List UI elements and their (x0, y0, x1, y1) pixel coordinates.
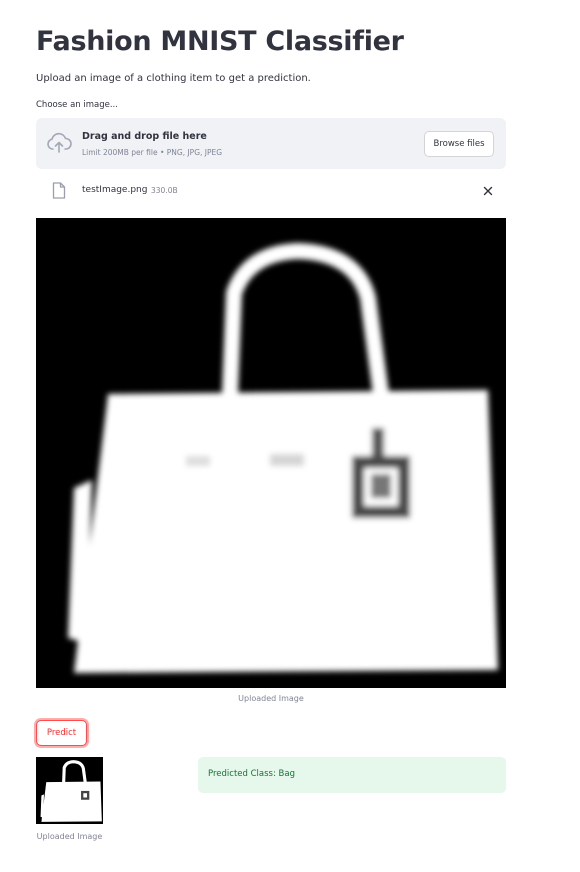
file-size: 330.0B (151, 186, 178, 195)
file-name: testImage.png (82, 185, 148, 195)
close-icon[interactable] (481, 184, 495, 198)
image-caption: Uploaded Image (238, 694, 304, 703)
bag-image (68, 243, 498, 673)
predict-button[interactable]: Predict (36, 720, 87, 746)
prediction-alert: Predicted Class: Bag (198, 757, 506, 793)
uploader-label: Choose an image... (36, 100, 118, 110)
uploaded-image-thumbnail (36, 757, 103, 824)
cloud-upload-icon (47, 132, 72, 153)
prediction-text: Predicted Class: Bag (208, 769, 295, 779)
thumbnail-caption: Uploaded Image (36, 832, 103, 841)
uploaded-image-preview (36, 218, 506, 688)
dropzone-limit-text: Limit 200MB per file • PNG, JPG, JPEG (82, 148, 223, 157)
file-icon (52, 182, 66, 199)
dropzone-instructions: Drag and drop file here (82, 131, 207, 142)
uploaded-file-row: testImage.png 330.0B (36, 176, 506, 206)
page-subtitle: Upload an image of a clothing item to ge… (36, 73, 311, 84)
file-dropzone[interactable]: Drag and drop file here Limit 200MB per … (36, 118, 506, 169)
bag-thumbnail-image (40, 760, 102, 822)
page-title: Fashion MNIST Classifier (36, 26, 404, 57)
browse-files-button[interactable]: Browse files (424, 131, 494, 157)
